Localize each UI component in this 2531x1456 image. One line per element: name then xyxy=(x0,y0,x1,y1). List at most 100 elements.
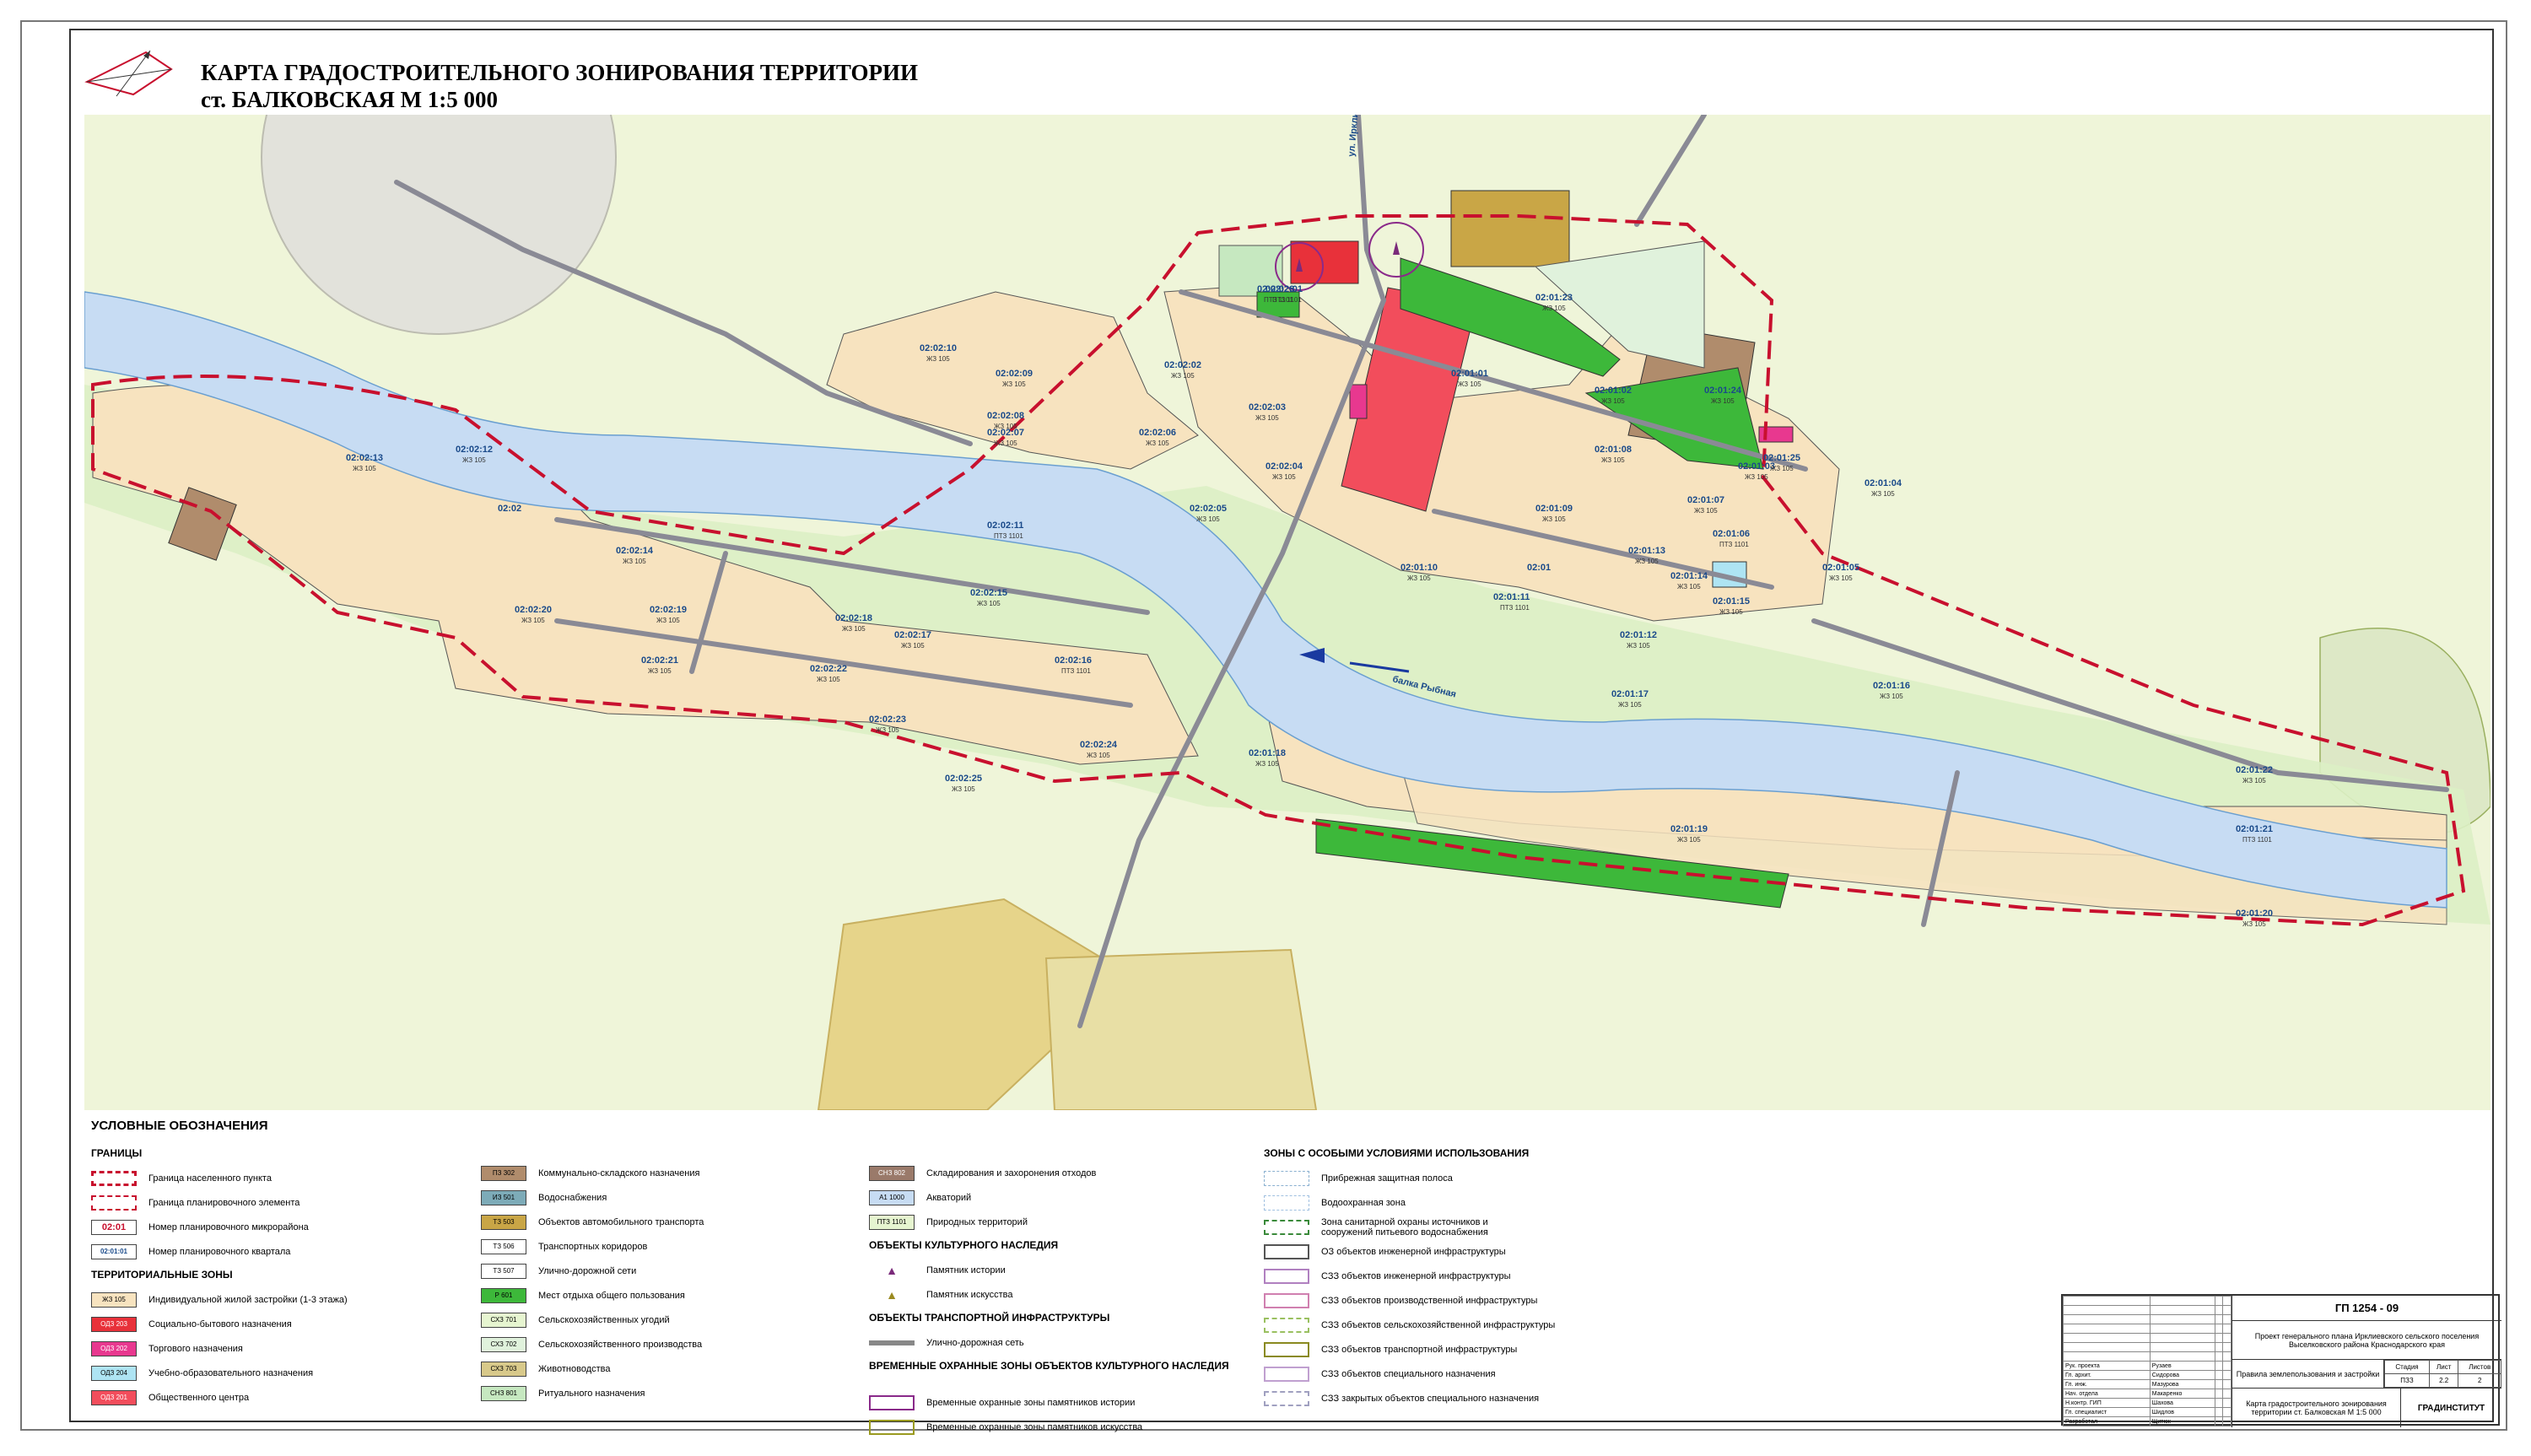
legend-swatch xyxy=(1264,1194,1309,1211)
legend-swatch: ПЗ 302 xyxy=(481,1165,526,1181)
legend-item: 02:01:01 Номер планировочного квартала xyxy=(91,1239,496,1264)
legend-swatch xyxy=(1264,1170,1309,1186)
block-number-label: 02:02:09 xyxy=(996,369,1033,379)
legend-item: ОДЗ 202 Торгового назначения xyxy=(91,1336,496,1361)
legend-title: УСЛОВНЫЕ ОБОЗНАЧЕНИЯ xyxy=(91,1119,268,1133)
block-number-label: 02:01:20 xyxy=(2236,909,2273,919)
sheets-value: 2 xyxy=(2458,1373,2501,1388)
signature-cell: Шидлов xyxy=(2149,1407,2215,1417)
signature-row xyxy=(2063,1351,2231,1362)
zone-code-label: ЖЗ 105 xyxy=(1458,380,1481,388)
signature-cell xyxy=(2214,1351,2224,1362)
legend-item: Граница планировочного элемента xyxy=(91,1190,496,1215)
legend-boundaries-list: Граница населенного пункта Граница плани… xyxy=(91,1166,496,1264)
zone-code-label: ЖЗ 105 xyxy=(994,423,1017,430)
block-number-label: 02:01:06 xyxy=(1713,529,1750,539)
block-number-label: 02:01:08 xyxy=(1595,445,1632,455)
legend-swatch: СХЗ 701 xyxy=(481,1312,526,1328)
drawing-code: ГП 1254 - 09 xyxy=(2231,1296,2501,1321)
legend-item: ПТЗ 1101 Природных территорий xyxy=(869,1210,1325,1234)
legend-header-boundaries: ГРАНИЦЫ xyxy=(91,1147,143,1159)
legend-label: СЗЗ объектов сельскохозяйственной инфрас… xyxy=(1321,1319,1556,1330)
signature-cell xyxy=(2222,1333,2231,1343)
zone-code-label: ЖЗ 105 xyxy=(1745,473,1768,481)
legend-label: Торгового назначения xyxy=(148,1343,243,1354)
legend-swatch: Р 601 xyxy=(481,1287,526,1303)
block-number-label: 02:01:04 xyxy=(1865,478,1902,488)
legend-header-heritage: ОБЪЕКТЫ КУЛЬТУРНОГО НАСЛЕДИЯ xyxy=(869,1239,1059,1251)
legend-label: Индивидуальной жилой застройки (1-3 этаж… xyxy=(148,1294,348,1305)
zone-code-label: ЖЗ 105 xyxy=(876,726,899,734)
legend-label: Временные охранные зоны памятников искус… xyxy=(926,1421,1143,1432)
block-number-label: 02:02:15 xyxy=(970,588,1007,598)
block-number-label: 02:02:18 xyxy=(835,613,872,623)
legend-header-transport: ОБЪЕКТЫ ТРАНСПОРТНОЙ ИНФРАСТРУКТУРЫ xyxy=(869,1312,1110,1324)
micro-label-02-01: 02:01 xyxy=(1527,563,1551,573)
block-number-label: 02:02:19 xyxy=(650,605,687,615)
legend-swatch xyxy=(1264,1390,1309,1406)
legend-col-2: ПЗ 302 Коммунально-складского назначения … xyxy=(481,1161,877,1405)
zone-code-label: ЖЗ 105 xyxy=(1829,574,1853,582)
signature-row xyxy=(2063,1314,2231,1324)
legend-swatch: ИЗ 501 xyxy=(481,1189,526,1205)
zone-code-label: ЖЗ 105 xyxy=(353,465,376,472)
legend-label: ОЗ объектов инженерной инфраструктуры xyxy=(1321,1246,1506,1257)
legend-swatch xyxy=(1264,1317,1309,1333)
signature-cell xyxy=(2214,1305,2224,1315)
signature-cell xyxy=(2222,1379,2231,1389)
zone-code-label: ЖЗ 105 xyxy=(1719,608,1743,616)
signature-cell xyxy=(2063,1333,2151,1343)
legend-item: А1 1000 Акваторий xyxy=(869,1185,1325,1210)
zone-code-label: ЖЗ 105 xyxy=(521,617,545,624)
zone-code-label: ЖЗ 105 xyxy=(656,617,680,624)
legend-header-zones: ТЕРРИТОРИАЛЬНЫЕ ЗОНЫ xyxy=(91,1269,233,1281)
block-number-label: 02:01:19 xyxy=(1670,824,1708,834)
signature-cell xyxy=(2149,1342,2215,1352)
trade-zone-1 xyxy=(1349,384,1368,419)
signature-cell xyxy=(2214,1333,2224,1343)
zone-code-label: ПТЗ 1101 xyxy=(994,532,1023,540)
legend-header-temp-zones: ВРЕМЕННЫЕ ОХРАННЫЕ ЗОНЫ ОБЪЕКТОВ КУЛЬТУР… xyxy=(869,1360,1229,1372)
signature-cell: Гл. архит. xyxy=(2063,1370,2151,1380)
signature-cell xyxy=(2063,1305,2151,1315)
zone-code-label: ЖЗ 105 xyxy=(1871,490,1895,498)
signature-row: Гл. специалист Шидлов xyxy=(2063,1407,2231,1417)
micro-label-02-02: 02:02 xyxy=(498,504,521,514)
zone-code-label: ЖЗ 105 xyxy=(2242,777,2266,785)
legend-label: Учебно-образовательного назначения xyxy=(148,1367,314,1378)
block-number-label: 02:01:09 xyxy=(1535,504,1573,514)
zone-code-label: ЖЗ 105 xyxy=(1880,693,1903,700)
legend-header-special-zones: ЗОНЫ С ОСОБЫМИ УСЛОВИЯМИ ИСПОЛЬЗОВАНИЯ xyxy=(1264,1147,1530,1159)
signature-cell: Гл. инж. xyxy=(2063,1379,2151,1389)
zoning-map[interactable]: балка Рыбная ул. Ирклиевская 02:01 02:02… xyxy=(84,115,2491,1110)
utility-zone-1 xyxy=(1450,190,1570,267)
zone-code-label: ПТЗ 1101 xyxy=(1061,667,1091,675)
signature-cell: Нач. отдела xyxy=(2063,1389,2151,1399)
signature-cell xyxy=(2214,1379,2224,1389)
zone-code-label: ЖЗ 105 xyxy=(1196,515,1220,523)
zone-code-label: ЖЗ 105 xyxy=(901,642,925,650)
signature-cell xyxy=(2222,1389,2231,1399)
legend-item: СХЗ 702 Сельскохозяйственного производств… xyxy=(481,1332,877,1356)
zone-code-label: ЖЗ 105 xyxy=(977,600,1001,607)
legend-swatch: ОДЗ 201 xyxy=(91,1389,137,1405)
block-number-label: 02:02:23 xyxy=(869,715,906,725)
signature-cell: Н.контр. ГИП xyxy=(2063,1398,2151,1408)
legend-swatch xyxy=(1264,1292,1309,1308)
zone-code-label: ЖЗ 105 xyxy=(1171,372,1195,380)
signature-cell xyxy=(2063,1342,2151,1352)
legend-swatch: ОДЗ 202 xyxy=(91,1340,137,1356)
zone-code-label: ЖЗ 105 xyxy=(1601,456,1625,464)
legend-item: ИЗ 501 Водоснабжения xyxy=(481,1185,877,1210)
block-number-label: 02:01:21 xyxy=(2236,824,2273,834)
zone-code-label: ЖЗ 105 xyxy=(623,558,646,565)
legend-item: СНЗ 801 Ритуального назначения xyxy=(481,1381,877,1405)
legend-col-3: СНЗ 802 Складирования и захоронения отход… xyxy=(869,1161,1325,1439)
signature-cell xyxy=(2222,1342,2231,1352)
drawing-name: Карта градостроительного зонирования тер… xyxy=(2231,1389,2400,1427)
legend-item: СНЗ 802 Складирования и захоронения отход… xyxy=(869,1161,1325,1185)
legend-label: Сельскохозяйственных угодий xyxy=(538,1314,670,1325)
zone-code-label: ЖЗ 105 xyxy=(1407,574,1431,582)
signature-cell xyxy=(2214,1361,2224,1371)
legend-swatch: ЖЗ 105 xyxy=(91,1292,137,1308)
